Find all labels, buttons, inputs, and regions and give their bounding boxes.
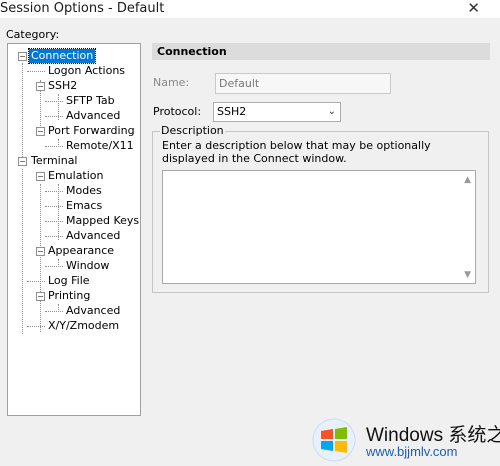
tree-connector bbox=[27, 326, 45, 327]
tree-item-remote-x11[interactable]: Remote/X11 bbox=[64, 139, 136, 153]
category-label: Category: bbox=[6, 28, 60, 41]
tree-connector bbox=[45, 191, 63, 192]
protocol-label: Protocol: bbox=[153, 105, 202, 118]
tree-connector bbox=[45, 101, 63, 102]
tree-item-appearance[interactable]: Appearance bbox=[46, 244, 116, 258]
tree-connector bbox=[22, 169, 23, 334]
tree-item-port-forwarding[interactable]: Port Forwarding bbox=[46, 124, 137, 138]
tree-item-emulation-advanced[interactable]: Advanced bbox=[64, 229, 122, 243]
tree-item-xyzmodem[interactable]: X/Y/Zmodem bbox=[46, 319, 121, 333]
tree-item-logon-actions[interactable]: Logon Actions bbox=[46, 64, 127, 78]
tree-item-ssh2[interactable]: SSH2 bbox=[46, 79, 79, 93]
tree-connector bbox=[22, 63, 23, 165]
tree-item-connection[interactable]: Connection bbox=[27, 48, 97, 64]
collapse-icon[interactable]: − bbox=[36, 82, 45, 91]
windows-logo-icon bbox=[312, 418, 356, 462]
description-help-text: Enter a description below that may be op… bbox=[162, 139, 431, 165]
tree-connector bbox=[27, 281, 45, 282]
tree-item-ssh2-advanced[interactable]: Advanced bbox=[64, 109, 122, 123]
tree-item-modes[interactable]: Modes bbox=[64, 184, 104, 198]
window-title: Session Options - Default bbox=[0, 1, 165, 16]
watermark: Windows 系统之家 www.bjjmlv.com bbox=[308, 414, 500, 466]
watermark-title: Windows 系统之家 bbox=[366, 425, 500, 446]
panel-header: Connection bbox=[152, 43, 490, 60]
name-field[interactable]: Default bbox=[215, 73, 391, 94]
protocol-select[interactable]: SSH2 ⌄ bbox=[213, 102, 341, 122]
tree-item-printing-advanced[interactable]: Advanced bbox=[64, 304, 122, 318]
collapse-icon[interactable]: − bbox=[36, 172, 45, 181]
tree-connector bbox=[45, 311, 63, 312]
description-legend: Description bbox=[160, 124, 225, 137]
watermark-url: www.bjjmlv.com bbox=[366, 444, 458, 459]
title-bar: Session Options - Default ✕ bbox=[0, 0, 500, 18]
protocol-select-value: SSH2 bbox=[217, 105, 247, 118]
tree-item-terminal[interactable]: Terminal bbox=[29, 154, 80, 168]
scroll-up-icon[interactable]: ▲ bbox=[464, 175, 471, 185]
tree-item-emacs[interactable]: Emacs bbox=[64, 199, 104, 213]
description-textarea[interactable]: ▲ ▼ bbox=[162, 170, 476, 284]
tree-connector bbox=[45, 236, 63, 237]
tree-item-log-file[interactable]: Log File bbox=[46, 274, 92, 288]
tree-item-printing[interactable]: Printing bbox=[46, 289, 92, 303]
tree-connector bbox=[40, 184, 41, 332]
close-icon[interactable]: ✕ bbox=[467, 0, 480, 17]
name-label: Name: bbox=[153, 76, 190, 89]
tree-item-emulation[interactable]: Emulation bbox=[46, 169, 106, 183]
tree-item-window[interactable]: Window bbox=[64, 259, 111, 273]
collapse-icon[interactable]: − bbox=[18, 52, 27, 61]
collapse-icon[interactable]: − bbox=[18, 157, 27, 166]
tree-connector bbox=[45, 266, 63, 267]
tree-connector bbox=[45, 146, 63, 147]
category-tree[interactable]: − − − − − − − Connection Logon Actions S… bbox=[7, 43, 141, 416]
tree-connector bbox=[45, 206, 63, 207]
scroll-down-icon[interactable]: ▼ bbox=[464, 270, 471, 280]
tree-connector bbox=[45, 116, 63, 117]
tree-item-mapped-keys[interactable]: Mapped Keys bbox=[64, 214, 140, 228]
tree-connector bbox=[45, 221, 63, 222]
tree-connector bbox=[27, 71, 45, 72]
collapse-icon[interactable]: − bbox=[36, 127, 45, 136]
tree-connector bbox=[58, 184, 59, 240]
collapse-icon[interactable]: − bbox=[36, 247, 45, 256]
chevron-down-icon: ⌄ bbox=[327, 106, 336, 117]
collapse-icon[interactable]: − bbox=[36, 292, 45, 301]
tree-item-sftp-tab[interactable]: SFTP Tab bbox=[64, 94, 117, 108]
